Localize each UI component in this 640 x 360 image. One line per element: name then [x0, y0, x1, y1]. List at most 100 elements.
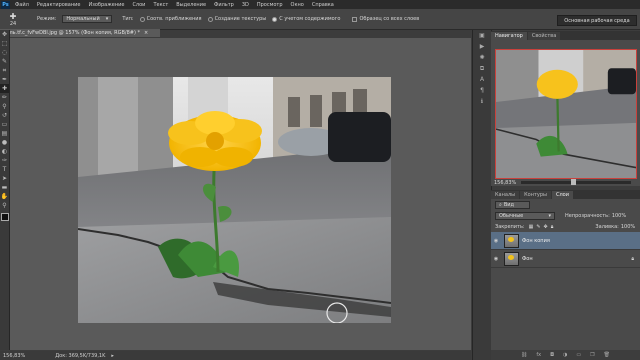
zoom-tool-icon[interactable]: ⚲	[0, 201, 9, 210]
lock-pixels-icon[interactable]: ✎	[536, 224, 540, 230]
menu-layers[interactable]: Слои	[132, 2, 145, 8]
navigator-tabs: Навигатор Свойства	[491, 31, 640, 40]
blend-mode-select[interactable]: Обычные ▾	[495, 211, 555, 220]
navigator-zoom[interactable]: 156,83%	[494, 180, 516, 186]
navigator-thumbnail[interactable]	[495, 49, 637, 179]
panel-icon-strip: ▣ ▶ ✺ ⧉ A ¶ ℹ	[472, 30, 492, 360]
actions-panel-icon[interactable]: ▶	[473, 41, 491, 52]
paragraph-panel-icon[interactable]: ¶	[473, 85, 491, 96]
info-panel-icon[interactable]: ℹ	[473, 96, 491, 107]
lock-label: Закрепить:	[495, 223, 525, 230]
lasso-tool-icon[interactable]: ◌	[0, 48, 9, 57]
close-icon[interactable]: ×	[144, 30, 148, 36]
blur-tool-icon[interactable]: ●	[0, 138, 9, 147]
tab-paths[interactable]: Контуры	[520, 191, 551, 199]
lock-all-icon[interactable]: 🔒︎	[551, 224, 554, 230]
color-swatches-icon[interactable]	[0, 210, 9, 224]
adjustment-icon[interactable]: ◑	[563, 352, 567, 358]
radio-content-aware[interactable]	[272, 16, 278, 22]
menu-window[interactable]: Окно	[291, 2, 304, 8]
search-icon: ⌕	[499, 201, 502, 208]
layers-footer: ⛓ fx ◘ ◑ ▭ ❐ 🗑︎	[491, 350, 640, 360]
document-title: цель.tf.c_fvFwDBl.jpg @ 157% (Фон копия,…	[3, 30, 140, 36]
character-panel-icon[interactable]: A	[473, 74, 491, 85]
menu-filter[interactable]: Фильтр	[214, 2, 234, 8]
marquee-tool-icon[interactable]: ⬚	[0, 39, 9, 48]
eye-icon[interactable]: ◉	[491, 238, 501, 244]
sample-all-layers-checkbox[interactable]	[352, 16, 358, 22]
radio-texture[interactable]	[207, 16, 213, 22]
gradient-tool-icon[interactable]: ▤	[0, 129, 9, 138]
type-tool-icon[interactable]: T	[0, 165, 9, 174]
link-icon[interactable]: ⛓	[521, 352, 527, 358]
brush-preset-picker[interactable]: ✚ 24	[3, 10, 23, 28]
blend-mode-value: Обычные	[499, 212, 524, 219]
workspace-switcher[interactable]: Основная рабочая среда	[557, 15, 637, 26]
move-tool-icon[interactable]: ✥	[0, 30, 9, 39]
mode-select[interactable]: Нормальный ▾	[62, 15, 113, 23]
fx-icon[interactable]: fx	[536, 352, 541, 358]
mask-icon[interactable]: ◘	[550, 352, 554, 358]
layer-row-background[interactable]: ◉ Фон 🔒︎	[491, 250, 640, 268]
clone-source-panel-icon[interactable]: ⧉	[473, 63, 491, 74]
menu-3d[interactable]: 3D	[242, 2, 249, 8]
eyedropper-tool-icon[interactable]: ✒	[0, 75, 9, 84]
folder-icon[interactable]: ▭	[576, 352, 581, 358]
navigator-panel: Навигатор Свойства 156,83%	[491, 31, 640, 186]
menu-text[interactable]: Текст	[153, 2, 168, 8]
opacity-value[interactable]: 100%	[612, 213, 626, 219]
dodge-tool-icon[interactable]: ◐	[0, 147, 9, 156]
lock-position-icon[interactable]: ✥	[544, 224, 548, 230]
menu-view[interactable]: Просмотр	[257, 2, 283, 8]
layers-panel: Каналы Контуры Слои ⌕ Вид Обычные ▾ Непр…	[491, 190, 640, 360]
quick-select-tool-icon[interactable]: ✎	[0, 57, 9, 66]
bandage-icon: ✚	[9, 11, 17, 21]
opacity-label: Непрозрачность:	[565, 212, 610, 219]
history-panel-icon[interactable]: ▣	[473, 30, 491, 41]
brush-tool-icon[interactable]: ✏	[0, 93, 9, 102]
chevron-right-icon[interactable]: ▸	[111, 353, 114, 359]
eraser-tool-icon[interactable]: ▭	[0, 120, 9, 129]
tab-layers[interactable]: Слои	[551, 191, 573, 199]
brushes-panel-icon[interactable]: ✺	[473, 52, 491, 63]
navigator-zoom-slider[interactable]	[521, 179, 631, 185]
layer-row-background-copy[interactable]: ◉ Фон копия	[491, 232, 640, 250]
crop-tool-icon[interactable]: ⌗	[0, 66, 9, 75]
tab-navigator[interactable]: Навигатор	[491, 32, 527, 40]
fill-value[interactable]: 100%	[621, 224, 635, 230]
layers-tabs: Каналы Контуры Слои	[491, 190, 640, 199]
layer-kind-select[interactable]: ⌕ Вид	[495, 200, 530, 209]
healing-tool-icon[interactable]: ✚	[0, 84, 9, 93]
zoom-slider-handle[interactable]	[571, 179, 576, 185]
layer-name: Фон	[522, 255, 533, 262]
document-tab[interactable]: цель.tf.c_fvFwDBl.jpg @ 157% (Фон копия,…	[0, 29, 160, 37]
status-zoom[interactable]: 156,83%	[3, 353, 25, 359]
path-select-tool-icon[interactable]: ➤	[0, 174, 9, 183]
pen-tool-icon[interactable]: ✑	[0, 156, 9, 165]
stamp-tool-icon[interactable]: ⚲	[0, 102, 9, 111]
layer-filter-row: ⌕ Вид	[491, 199, 640, 210]
lock-transparency-icon[interactable]: ▦	[529, 224, 534, 230]
tab-channels[interactable]: Каналы	[491, 191, 520, 199]
radio-proximity[interactable]	[139, 16, 145, 22]
document-photo[interactable]	[78, 77, 391, 323]
sample-all-layers-label: Образец со всех слоев	[359, 16, 420, 22]
layer-thumbnail	[504, 233, 519, 248]
hand-tool-icon[interactable]: ✋	[0, 192, 9, 201]
status-bar: 156,83% Док: 369,5K/739,1K ▸	[0, 351, 471, 360]
trash-icon[interactable]: 🗑︎	[604, 352, 610, 358]
tab-properties[interactable]: Свойства	[527, 32, 561, 40]
menu-help[interactable]: Справка	[312, 2, 334, 8]
chevron-down-icon: ▾	[548, 212, 551, 219]
shape-tool-icon[interactable]: ▬	[0, 183, 9, 192]
menu-file[interactable]: Файл	[15, 2, 29, 8]
fill-label: Заливка:	[595, 223, 619, 230]
type-label: Тип:	[122, 16, 134, 22]
new-layer-icon[interactable]: ❐	[590, 352, 594, 358]
history-brush-tool-icon[interactable]: ↺	[0, 111, 9, 120]
menu-image[interactable]: Изображение	[88, 2, 124, 8]
menu-edit[interactable]: Редактирование	[37, 2, 81, 8]
menu-select[interactable]: Выделение	[176, 2, 206, 8]
eye-icon[interactable]: ◉	[491, 256, 501, 262]
lock-icon: 🔒︎	[631, 255, 634, 262]
